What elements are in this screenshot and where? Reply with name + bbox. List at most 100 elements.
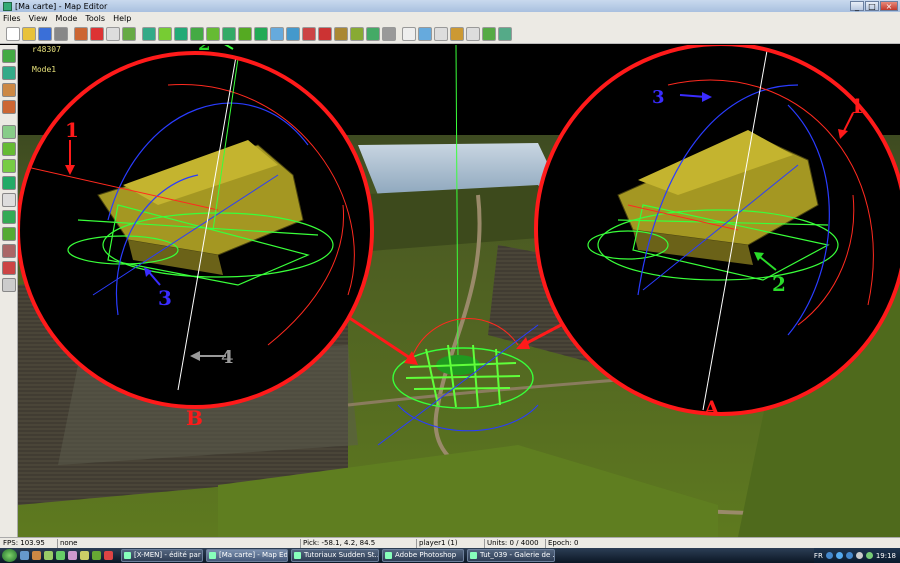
mode-label: Mode1 bbox=[32, 65, 57, 74]
palette-tool-5[interactable] bbox=[1, 125, 16, 139]
quick-launch-icon-6[interactable] bbox=[80, 551, 89, 560]
start-button[interactable] bbox=[2, 549, 17, 562]
toolbar-button-12[interactable] bbox=[190, 26, 204, 41]
toolbar-button-2[interactable] bbox=[22, 26, 36, 41]
maximize-button[interactable]: □ bbox=[865, 1, 879, 11]
volume-icon[interactable] bbox=[855, 552, 863, 559]
left-label-1: 1 bbox=[65, 118, 79, 142]
tool-palette bbox=[0, 45, 18, 537]
palette-tool-12[interactable] bbox=[1, 244, 16, 258]
task-map-editor[interactable]: [Ma carte] - Map Ed... bbox=[206, 549, 288, 562]
quick-launch-icon-1[interactable] bbox=[20, 551, 29, 560]
toolbar-button-19[interactable] bbox=[302, 26, 316, 41]
menu-mode[interactable]: Mode bbox=[56, 14, 78, 23]
quick-launch-icon-8[interactable] bbox=[104, 551, 113, 560]
palette-tool-14[interactable] bbox=[1, 278, 16, 292]
toolbar-button-14[interactable] bbox=[222, 26, 236, 41]
palette-tool-8[interactable] bbox=[1, 176, 16, 190]
left-label-2: 2 bbox=[198, 45, 211, 55]
quick-launch-icon-5[interactable] bbox=[68, 551, 77, 560]
system-tray: FR 19:18 bbox=[813, 548, 900, 563]
media-prev-icon[interactable] bbox=[825, 552, 833, 559]
toolbar-button-24[interactable] bbox=[382, 26, 396, 41]
toolbar-button-7[interactable] bbox=[106, 26, 120, 41]
quick-launch-icon-7[interactable] bbox=[92, 551, 101, 560]
palette-tool-2[interactable] bbox=[1, 66, 16, 80]
toolbar-button-4[interactable] bbox=[54, 26, 68, 41]
toolbar-button-25[interactable] bbox=[402, 26, 416, 41]
toolbar-button-27[interactable] bbox=[434, 26, 448, 41]
caption-a: A bbox=[703, 396, 720, 420]
media-play-icon[interactable] bbox=[835, 552, 843, 559]
menu-help[interactable]: Help bbox=[113, 14, 131, 23]
palette-tool-13[interactable] bbox=[1, 261, 16, 275]
status-pick: Pick: -58.1, 4.2, 84.5 bbox=[300, 539, 375, 548]
left-label-4: 4 bbox=[221, 347, 234, 368]
window-title: [Ma carte] - Map Editor bbox=[15, 1, 108, 11]
quick-launch-icon-4[interactable] bbox=[56, 551, 65, 560]
menu-view[interactable]: View bbox=[29, 14, 48, 23]
palette-tool-11[interactable] bbox=[1, 227, 16, 241]
object-id-label: r48307 bbox=[32, 45, 61, 54]
scene-render[interactable]: 1 2 3 4 1 2 3 B A bbox=[18, 45, 900, 537]
toolbar-button-9[interactable] bbox=[142, 26, 156, 41]
toolbar-button-22[interactable] bbox=[350, 26, 364, 41]
caption-b: B bbox=[186, 406, 203, 430]
toolbar-button-13[interactable] bbox=[206, 26, 220, 41]
task-tutoriaux[interactable]: Tutoriaux Sudden St... bbox=[291, 549, 379, 562]
media-next-icon[interactable] bbox=[845, 552, 853, 559]
toolbar-button-31[interactable] bbox=[498, 26, 512, 41]
palette-tool-9[interactable] bbox=[1, 193, 16, 207]
minimize-button[interactable]: _ bbox=[850, 1, 864, 11]
toolbar-button-6[interactable] bbox=[90, 26, 104, 41]
task-galerie[interactable]: Tut_039 - Galerie de ... bbox=[467, 549, 555, 562]
menu-tools[interactable]: Tools bbox=[85, 14, 105, 23]
toolbar-button-16[interactable] bbox=[254, 26, 268, 41]
quick-launch-icon-2[interactable] bbox=[32, 551, 41, 560]
toolbar-button-26[interactable] bbox=[418, 26, 432, 41]
toolbar-button-8[interactable] bbox=[122, 26, 136, 41]
palette-tool-4[interactable] bbox=[1, 100, 16, 114]
3d-viewport[interactable]: 1 2 3 4 1 2 3 B A r48307 Mode1 bbox=[18, 45, 900, 537]
toolbar-button-30[interactable] bbox=[482, 26, 496, 41]
language-indicator[interactable]: FR bbox=[814, 552, 823, 560]
clock: 19:18 bbox=[875, 551, 896, 560]
quick-launch-icon-3[interactable] bbox=[44, 551, 53, 560]
palette-tool-7[interactable] bbox=[1, 159, 16, 173]
toolbar-button-15[interactable] bbox=[238, 26, 252, 41]
task-xmen[interactable]: [X-MEN] - édité par ... bbox=[121, 549, 203, 562]
toolbar-button-17[interactable] bbox=[270, 26, 284, 41]
task-photoshop[interactable]: Adobe Photoshop bbox=[382, 549, 464, 562]
toolbar-button-28[interactable] bbox=[450, 26, 464, 41]
window-controls: _ □ × bbox=[850, 1, 898, 11]
toolbar-button-3[interactable] bbox=[38, 26, 52, 41]
palette-tool-6[interactable] bbox=[1, 142, 16, 156]
menu-files[interactable]: Files bbox=[3, 14, 21, 23]
app-icon bbox=[3, 1, 12, 11]
status-epoch: Epoch: 0 bbox=[545, 539, 578, 548]
status-fps: FPS: 103.95 bbox=[3, 539, 45, 547]
toolbar-button-29[interactable] bbox=[466, 26, 480, 41]
status-bar: FPS: 103.95 none Pick: -58.1, 4.2, 84.5 … bbox=[0, 537, 900, 548]
toolbar-button-20[interactable] bbox=[318, 26, 332, 41]
status-selection: none bbox=[57, 539, 297, 548]
left-label-3: 3 bbox=[158, 286, 172, 310]
right-label-1: 1 bbox=[850, 94, 864, 118]
palette-tool-1[interactable] bbox=[1, 49, 16, 63]
toolbar-button-1[interactable] bbox=[6, 26, 20, 41]
status-player: player1 (1) bbox=[416, 539, 458, 548]
close-button[interactable]: × bbox=[880, 1, 898, 11]
palette-tool-10[interactable] bbox=[1, 210, 16, 224]
right-label-2: 2 bbox=[772, 272, 786, 296]
title-bar: [Ma carte] - Map Editor _ □ × bbox=[0, 0, 900, 12]
toolbar-button-23[interactable] bbox=[366, 26, 380, 41]
menu-bar: Files View Mode Tools Help bbox=[0, 12, 900, 24]
palette-tool-3[interactable] bbox=[1, 83, 16, 97]
toolbar-button-18[interactable] bbox=[286, 26, 300, 41]
toolbar-button-5[interactable] bbox=[74, 26, 88, 41]
right-label-3: 3 bbox=[652, 87, 665, 108]
toolbar-button-21[interactable] bbox=[334, 26, 348, 41]
network-icon[interactable] bbox=[865, 552, 873, 559]
toolbar-button-11[interactable] bbox=[174, 26, 188, 41]
toolbar-button-10[interactable] bbox=[158, 26, 172, 41]
